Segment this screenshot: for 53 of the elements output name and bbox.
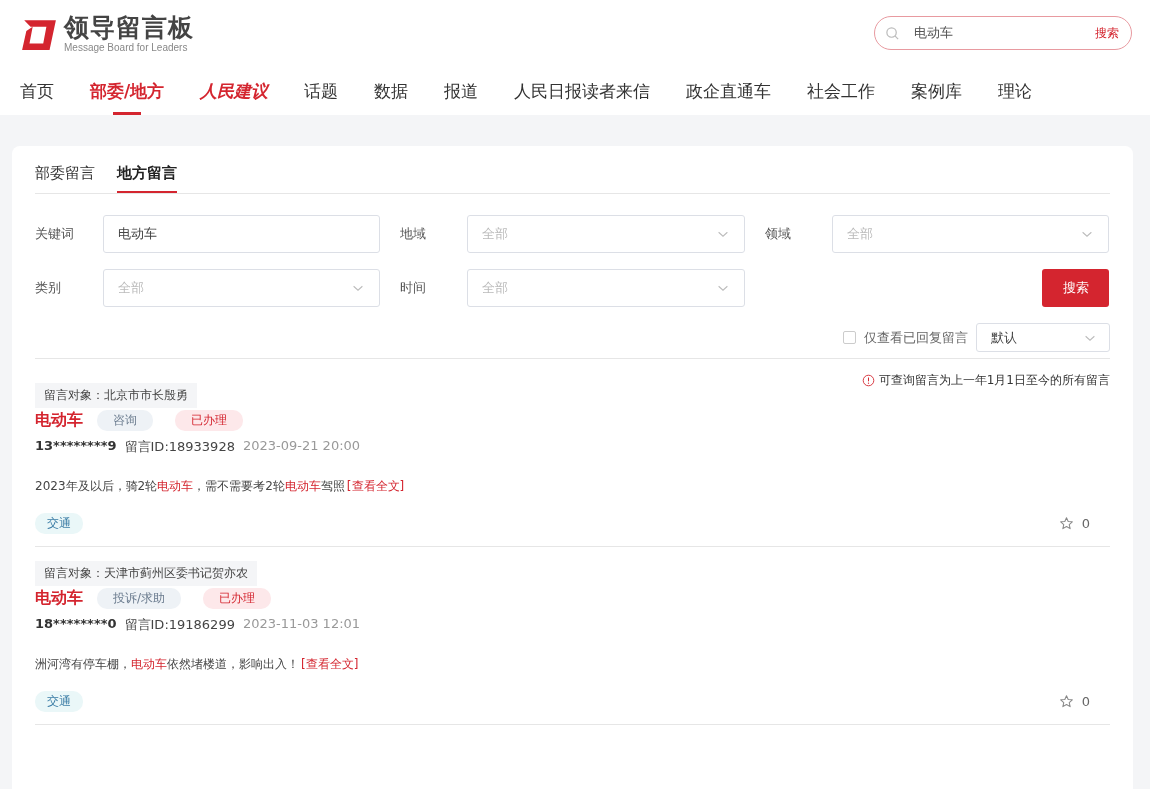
user-id: 13********9 <box>35 438 117 455</box>
star-icon[interactable] <box>1058 694 1074 709</box>
read-more-link[interactable]: [查看全文] <box>346 479 405 493</box>
recipient-label: 留言对象：北京市市长殷勇 <box>35 383 197 408</box>
nav-tab[interactable]: 首页 <box>20 80 54 115</box>
tab[interactable]: 部委留言 <box>35 160 95 193</box>
category-tag: 咨询 <box>97 410 153 431</box>
category-tag: 投诉/求助 <box>97 588 182 609</box>
nav-tab[interactable]: 理论 <box>998 80 1033 115</box>
star-icon[interactable] <box>1058 516 1074 531</box>
filter-label: 时间 <box>399 279 427 297</box>
logo-subtitle: Message Board for Leaders <box>64 41 189 53</box>
filter-label: 领域 <box>764 225 792 243</box>
logo-title: 领导留言板 <box>64 13 194 42</box>
nav-tab[interactable]: 人民建议 <box>200 80 269 115</box>
nav-tab[interactable]: 报道 <box>444 80 479 115</box>
field-tag: 交通 <box>35 691 83 712</box>
keyword-field[interactable]: 电动车 <box>103 215 380 253</box>
filter-label: 类别 <box>35 279 62 297</box>
sort-dropdown[interactable]: 默认 <box>976 323 1110 352</box>
like-count: 0 <box>1081 516 1090 531</box>
message-id: 留言ID:18933928 <box>124 438 235 456</box>
notice-text: 可查询留言为上一年1月1日至今的所有留言 <box>878 372 1110 389</box>
nav-tab[interactable]: 社会工作 <box>807 80 876 115</box>
post-title[interactable]: 电动车 <box>35 410 83 431</box>
tab[interactable]: 地方留言 <box>117 160 177 193</box>
post-excerpt: 2023年及以后，骑2轮电动车，需不需要考2轮电动车驾照 [查看全文] <box>35 478 406 495</box>
search-button[interactable]: 搜索 <box>1042 269 1109 307</box>
nav-tab[interactable]: 话题 <box>304 80 339 115</box>
filter-label: 地域 <box>399 225 427 243</box>
like-count: 0 <box>1081 694 1090 709</box>
nav-tab[interactable]: 部委/地方 <box>90 80 165 115</box>
user-id: 18********0 <box>35 616 117 633</box>
post-title[interactable]: 电动车 <box>35 588 83 609</box>
nav-tab[interactable]: 数据 <box>374 80 409 115</box>
checkbox[interactable] <box>843 331 856 344</box>
search-icon <box>885 25 900 41</box>
post-time: 2023-11-03 12:01 <box>242 616 361 633</box>
nav-tab[interactable]: 人民日报读者来信 <box>514 80 651 115</box>
read-more-link[interactable]: [查看全文] <box>301 657 359 671</box>
status-tag: 已办理 <box>175 410 243 431</box>
info-icon <box>861 374 875 387</box>
checkbox-label: 仅查看已回复留言 <box>864 328 968 347</box>
nav-tab[interactable]: 政企直通车 <box>686 80 772 115</box>
recipient-label: 留言对象：天津市蓟州区委书记贺亦农 <box>35 561 257 586</box>
message-id: 留言ID:19186299 <box>124 616 235 634</box>
filter-label: 关键词 <box>35 225 75 243</box>
field-tag: 交通 <box>35 513 83 534</box>
search-button[interactable]: 搜索 <box>1095 24 1119 42</box>
post-excerpt: 洲河湾有停车棚，电动车依然堵楼道，影响出入！ [查看全文] <box>35 656 360 673</box>
status-tag: 已办理 <box>203 588 272 609</box>
post-time: 2023-09-21 20:00 <box>242 438 361 455</box>
nav-tab[interactable]: 案例库 <box>911 80 963 115</box>
